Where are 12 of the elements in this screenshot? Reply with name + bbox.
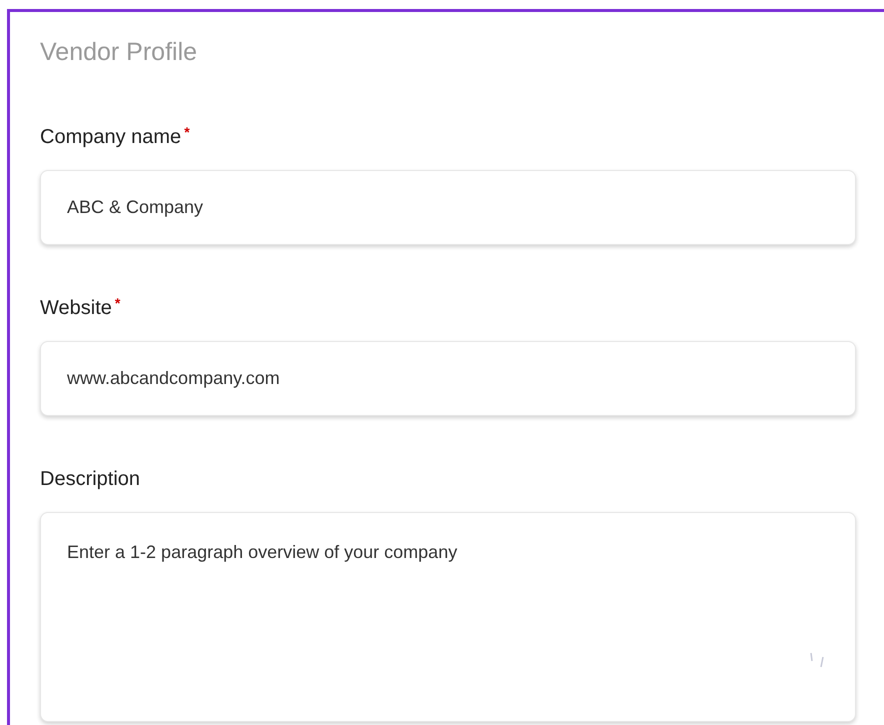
field-label: Description [40, 467, 140, 492]
field-label: Company name [40, 125, 182, 150]
required-mark: * [184, 125, 190, 139]
field-value: ABC & Company [67, 196, 204, 219]
field-label: Website [40, 296, 112, 321]
description-input[interactable]: Enter a 1-2 paragraph overview of your company [41, 513, 855, 721]
field-value: www.abcandcompany.com [67, 367, 280, 390]
required-mark: * [114, 296, 120, 310]
text-field[interactable]: ABC & Company [40, 170, 856, 245]
form-title: Vendor Profile [40, 40, 198, 65]
resize-handle-icon[interactable] [809, 651, 825, 669]
text-field[interactable]: www.abcandcompany.com [40, 341, 856, 416]
